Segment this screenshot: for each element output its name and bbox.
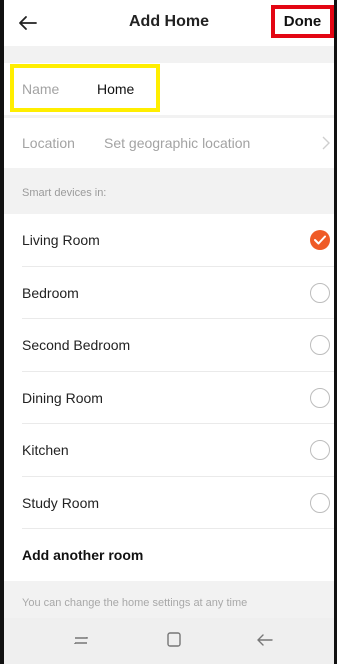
check-icon [314, 235, 326, 245]
section-label: Smart devices in: [22, 187, 107, 199]
nav-back-button[interactable] [255, 630, 275, 655]
room-label: Bedroom [22, 284, 79, 301]
room-item-dining-room[interactable]: Dining Room [4, 371, 334, 424]
room-checkbox[interactable] [310, 335, 330, 355]
done-label: Done [283, 13, 322, 30]
recent-apps-icon [74, 637, 88, 644]
add-another-room-button[interactable]: Add another room [4, 529, 334, 581]
room-checkbox[interactable] [310, 387, 330, 408]
room-item-bedroom[interactable]: Bedroom [4, 266, 334, 319]
done-button[interactable]: Done [271, 5, 334, 38]
room-label: Study Room [22, 494, 100, 511]
room-label: Second Bedroom [22, 337, 131, 353]
room-item-living-room[interactable]: Living Room [4, 214, 334, 267]
name-label: Name [22, 81, 60, 97]
name-field[interactable]: Name Home [4, 63, 334, 115]
room-item-study-room[interactable]: Study Room [4, 476, 334, 529]
room-item-kitchen[interactable]: Kitchen [4, 424, 334, 477]
settings-hint: You can change the home settings at any … [22, 597, 248, 609]
location-value: Set geographic location [104, 135, 251, 151]
room-checkbox[interactable] [310, 282, 330, 303]
location-field[interactable]: Location Set geographic location [4, 118, 334, 168]
room-label: Kitchen [22, 442, 69, 458]
room-label: Living Room [22, 232, 100, 248]
room-list: Living Room Bedroom Second Bedroom Dinin… [4, 214, 334, 529]
add-room-label: Add another room [22, 547, 144, 563]
room-checkbox[interactable] [310, 492, 330, 513]
chevron-right-icon [322, 136, 330, 150]
system-nav-bar [4, 618, 334, 664]
home-button[interactable] [164, 630, 184, 655]
room-item-second-bedroom[interactable]: Second Bedroom [4, 319, 334, 372]
room-label: Dining Room [22, 389, 103, 406]
room-checkbox-checked[interactable] [310, 230, 330, 250]
phone-screen: Add Home Done Name Home Location Set geo… [4, 0, 334, 664]
nav-back-icon [257, 634, 273, 646]
home-square-icon [167, 632, 181, 647]
room-checkbox[interactable] [310, 440, 330, 460]
name-input[interactable]: Home [97, 81, 134, 97]
recent-apps-button[interactable] [71, 630, 91, 655]
location-label: Location [22, 135, 75, 151]
app-header: Add Home Done [4, 0, 334, 46]
